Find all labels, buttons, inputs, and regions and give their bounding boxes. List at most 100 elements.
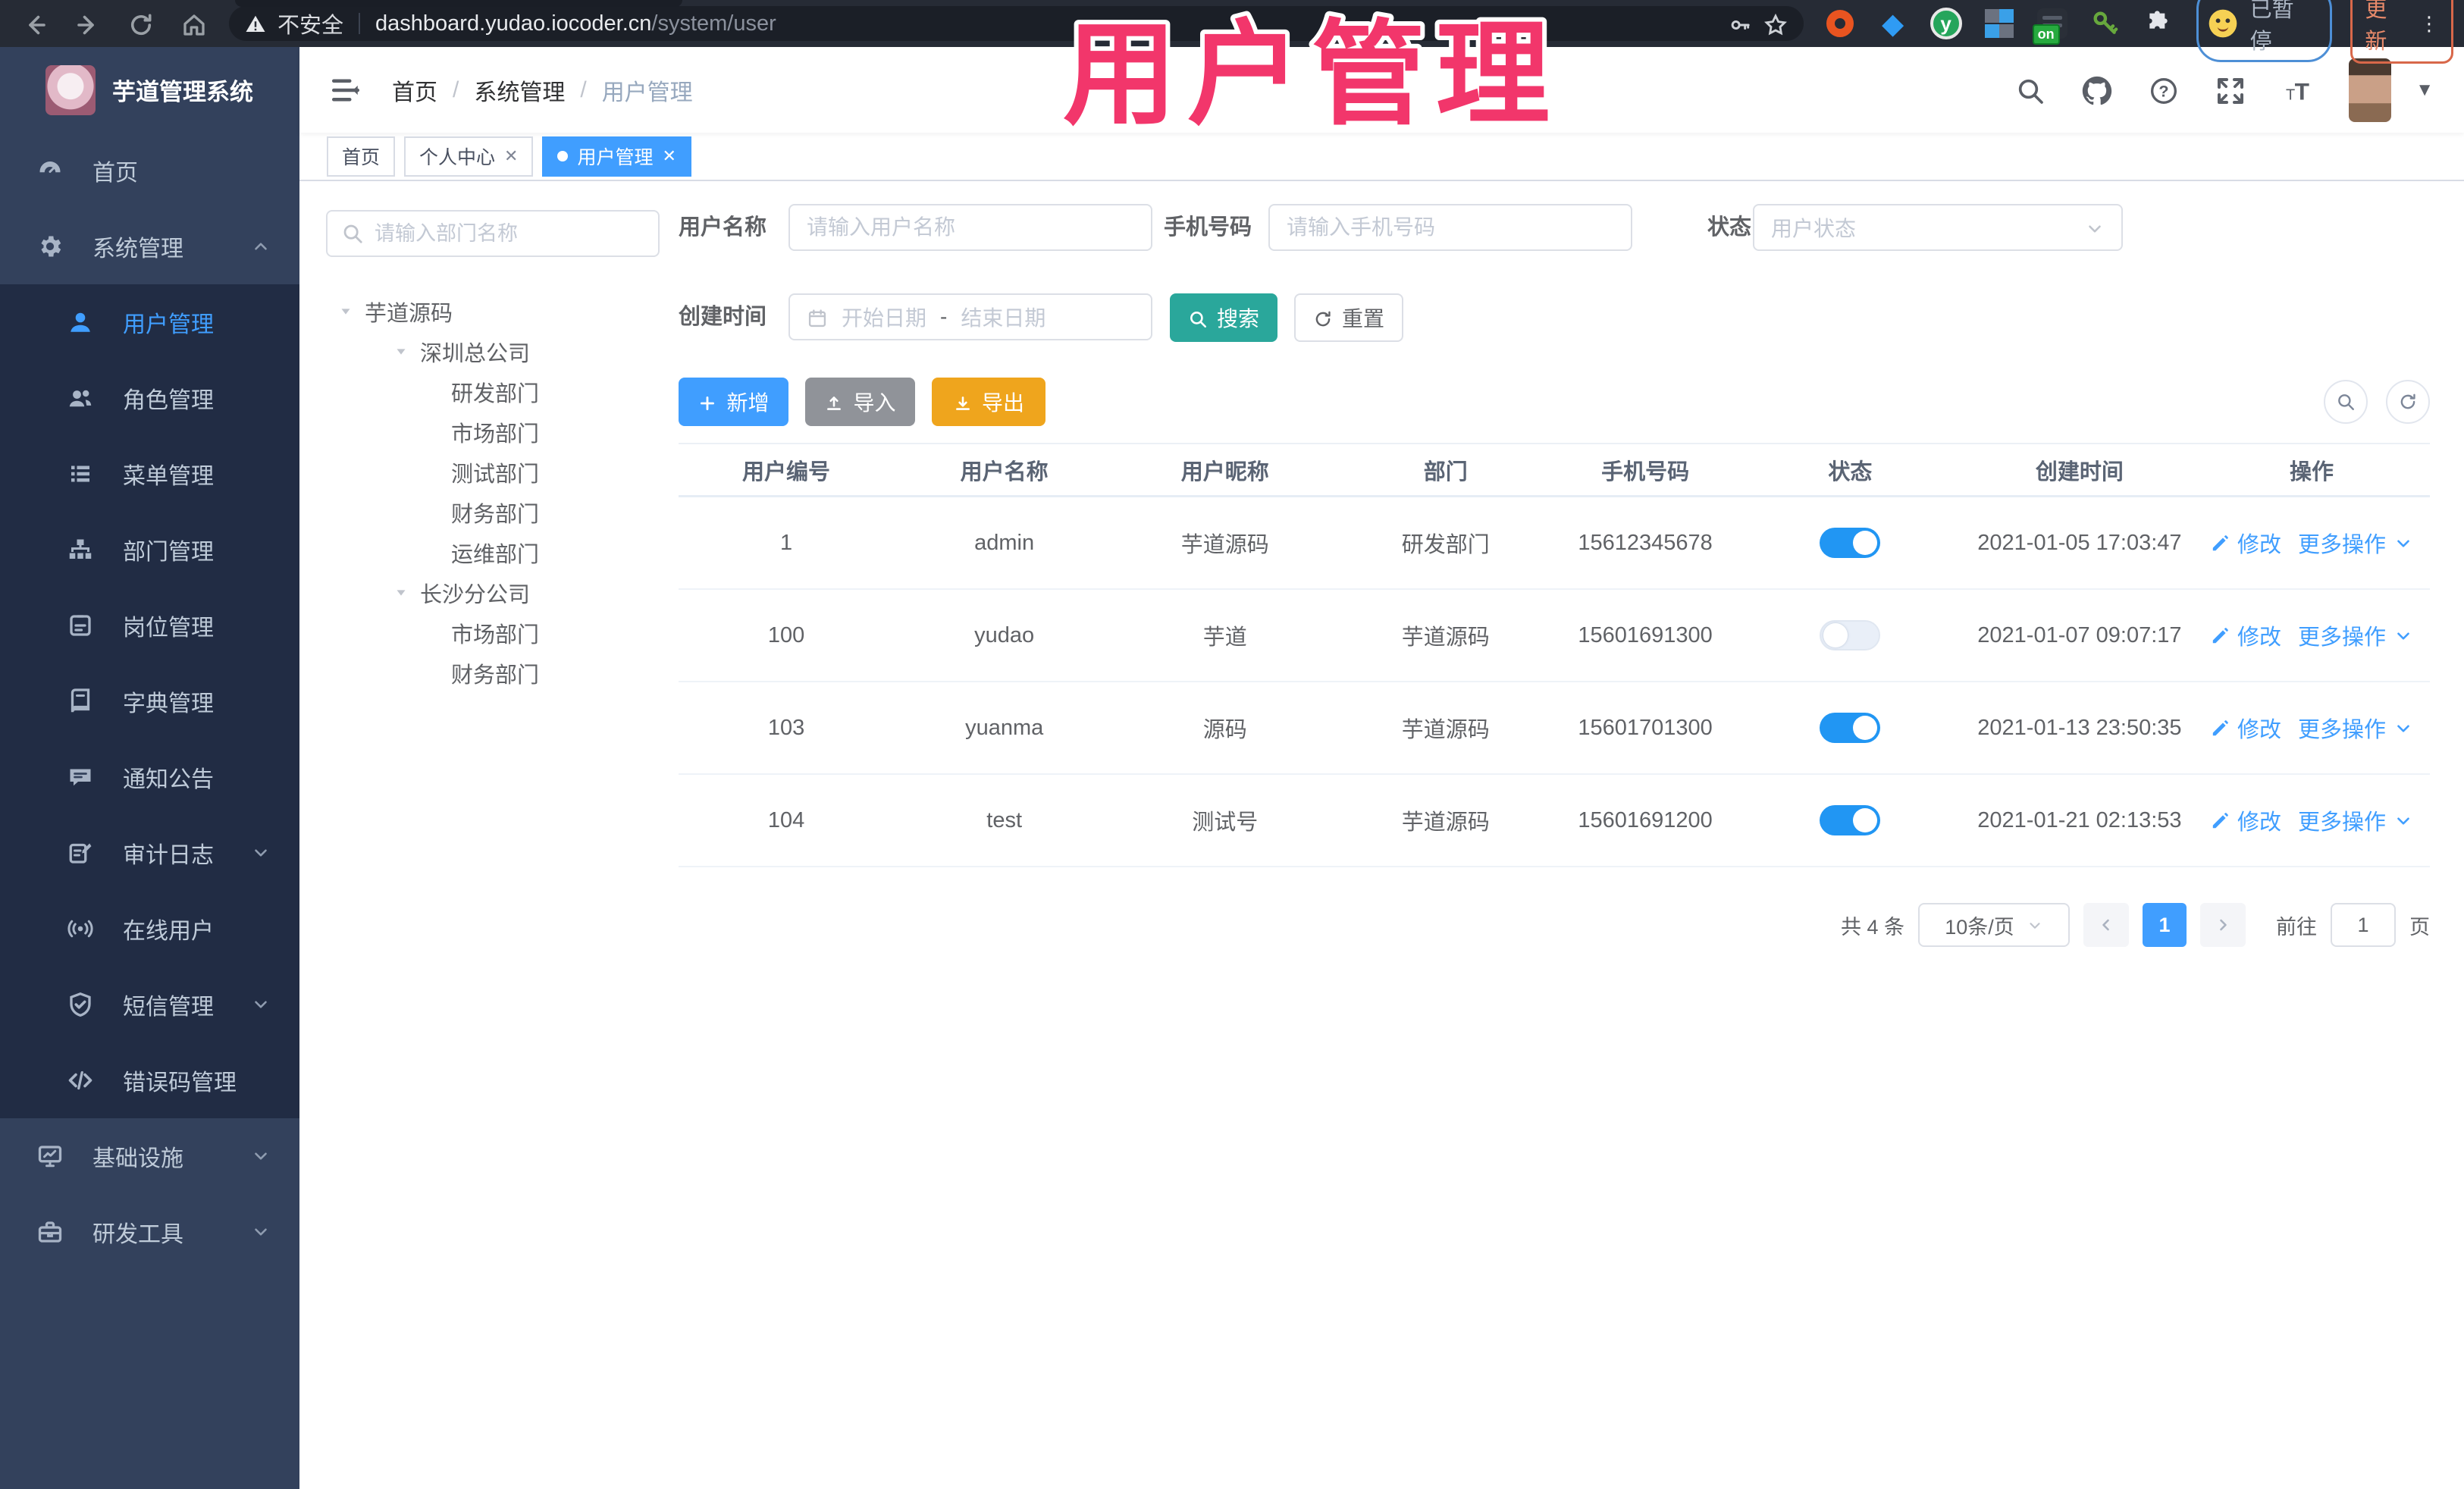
sidebar-item-system[interactable]: 系统管理: [0, 208, 299, 284]
extension-green-circle-icon[interactable]: y: [1930, 7, 1963, 40]
tree-node[interactable]: 测试部门: [326, 452, 660, 492]
extension-grid-icon[interactable]: [1983, 7, 2016, 40]
edit-link[interactable]: 修改: [2210, 527, 2281, 559]
hamburger-icon[interactable]: [330, 74, 362, 106]
sidebar-item-dept[interactable]: 部门管理: [0, 512, 299, 588]
sidebar-item-post[interactable]: 岗位管理: [0, 588, 299, 663]
extension-green-key-icon[interactable]: [2089, 7, 2122, 40]
status-toggle[interactable]: [1820, 620, 1881, 650]
reload-icon[interactable]: [127, 8, 155, 39]
password-key-icon[interactable]: [1728, 10, 1752, 38]
sidebar-item-notice[interactable]: 通知公告: [0, 739, 299, 815]
user-avatar[interactable]: [2349, 58, 2392, 122]
edit-link[interactable]: 修改: [2210, 712, 2281, 744]
app-logo[interactable]: 芋道管理系统: [0, 47, 299, 133]
extension-blue-gem-icon[interactable]: ◆: [1876, 7, 1910, 40]
status-toggle[interactable]: [1820, 713, 1881, 743]
security-label[interactable]: 不安全: [277, 8, 343, 39]
more-actions-link[interactable]: 更多操作: [2298, 619, 2413, 651]
tree-node[interactable]: 深圳总公司: [326, 331, 660, 371]
edit-link[interactable]: 修改: [2210, 804, 2281, 836]
next-page-button[interactable]: [2200, 903, 2246, 947]
extensions-puzzle-icon[interactable]: [2142, 7, 2175, 40]
sidebar-item-infra[interactable]: 基础设施: [0, 1118, 299, 1194]
toggle-search-button[interactable]: [2324, 380, 2368, 424]
sidebar-item-home[interactable]: 首页: [0, 133, 299, 208]
sidebar-item-online[interactable]: 在线用户: [0, 891, 299, 967]
tag-home[interactable]: 首页: [327, 136, 396, 177]
mobile-input[interactable]: [1287, 215, 1614, 240]
forward-icon[interactable]: [74, 8, 102, 39]
tree-caret-icon[interactable]: [393, 585, 409, 601]
github-icon[interactable]: [2082, 73, 2112, 107]
tree-node[interactable]: 芋道源码: [326, 291, 660, 331]
export-button[interactable]: 导出: [932, 378, 1045, 426]
tree-node[interactable]: 市场部门: [326, 613, 660, 653]
help-icon[interactable]: ?: [2149, 73, 2179, 107]
home-icon[interactable]: [180, 8, 208, 39]
sidebar-item-audit[interactable]: 审计日志: [0, 815, 299, 891]
dept-search-box[interactable]: [326, 210, 660, 257]
username-input[interactable]: [807, 215, 1134, 240]
sidebar-item-sms[interactable]: 短信管理: [0, 967, 299, 1042]
date-start-placeholder[interactable]: 开始日期: [842, 302, 926, 332]
browser-profile-button[interactable]: 已暂停: [2196, 0, 2333, 62]
mobile-field[interactable]: [1268, 204, 1632, 251]
date-end-placeholder[interactable]: 结束日期: [961, 302, 1045, 332]
sidebar-item-dict[interactable]: 字典管理: [0, 663, 299, 739]
tree-node[interactable]: 长沙分公司: [326, 572, 660, 613]
logo-image: [45, 64, 96, 115]
goto-page-input[interactable]: [2331, 903, 2396, 947]
close-icon[interactable]: ✕: [504, 146, 518, 166]
close-icon[interactable]: ✕: [662, 146, 676, 166]
browser-update-button[interactable]: 更新 ⋮: [2350, 0, 2454, 64]
status-toggle[interactable]: [1820, 805, 1881, 835]
extension-tampermonkey-icon[interactable]: on: [2032, 7, 2069, 45]
sidebar-item-role[interactable]: 角色管理: [0, 360, 299, 436]
browser-menu-dots-icon[interactable]: ⋮: [2419, 12, 2439, 36]
tree-node[interactable]: 研发部门: [326, 371, 660, 412]
add-button[interactable]: 新增: [679, 378, 788, 426]
column-header: 部门: [1423, 459, 1468, 484]
page-size-select[interactable]: 10条/页: [1918, 903, 2070, 947]
more-actions-link[interactable]: 更多操作: [2298, 712, 2413, 744]
tree-caret-icon[interactable]: [393, 343, 409, 360]
sidebar-item-menu[interactable]: 菜单管理: [0, 436, 299, 512]
dept-search-input[interactable]: [375, 221, 644, 246]
import-button[interactable]: 导入: [805, 378, 915, 426]
breadcrumb-home[interactable]: 首页: [392, 74, 437, 107]
tag-profile[interactable]: 个人中心 ✕: [404, 136, 534, 177]
sidebar-item-user[interactable]: 用户管理: [0, 284, 299, 360]
prev-page-button[interactable]: [2083, 903, 2129, 947]
header-search-icon[interactable]: [2015, 73, 2045, 107]
tree-node[interactable]: 运维部门: [326, 532, 660, 572]
reset-button[interactable]: 重置: [1294, 293, 1403, 342]
sidebar-item-errcode[interactable]: 错误码管理: [0, 1042, 299, 1118]
sidebar-item-devtools[interactable]: 研发工具: [0, 1194, 299, 1270]
avatar-caret-icon[interactable]: ▼: [2415, 80, 2434, 101]
extension-orange-ring-icon[interactable]: [1823, 7, 1857, 40]
fullscreen-icon[interactable]: [2215, 73, 2246, 107]
edit-link[interactable]: 修改: [2210, 619, 2281, 651]
search-button[interactable]: 搜索: [1170, 293, 1277, 342]
bookmark-star-icon[interactable]: [1763, 9, 1788, 39]
more-actions-link[interactable]: 更多操作: [2298, 527, 2413, 559]
breadcrumb-system[interactable]: 系统管理: [474, 74, 565, 107]
more-actions-link[interactable]: 更多操作: [2298, 804, 2413, 836]
tag-user-management[interactable]: 用户管理 ✕: [542, 136, 691, 177]
current-page-button[interactable]: 1: [2143, 903, 2187, 947]
tree-node[interactable]: 市场部门: [326, 412, 660, 452]
date-range-picker[interactable]: 开始日期 - 结束日期: [788, 293, 1152, 340]
address-bar[interactable]: 不安全 dashboard.yudao.iocoder.cn/system/us…: [229, 6, 1804, 41]
tree-caret-icon[interactable]: [337, 303, 354, 320]
status-toggle[interactable]: [1820, 528, 1881, 558]
back-icon[interactable]: [21, 8, 49, 39]
username-field[interactable]: [788, 204, 1152, 251]
status-select[interactable]: 用户状态: [1753, 204, 2123, 251]
tree-node[interactable]: 财务部门: [326, 653, 660, 693]
font-size-icon[interactable]: TT: [2282, 73, 2312, 107]
tree-node[interactable]: 财务部门: [326, 492, 660, 532]
page-url[interactable]: dashboard.yudao.iocoder.cn/system/user: [375, 11, 776, 36]
tree-node-label: 研发部门: [451, 381, 540, 406]
refresh-table-button[interactable]: [2386, 380, 2430, 424]
